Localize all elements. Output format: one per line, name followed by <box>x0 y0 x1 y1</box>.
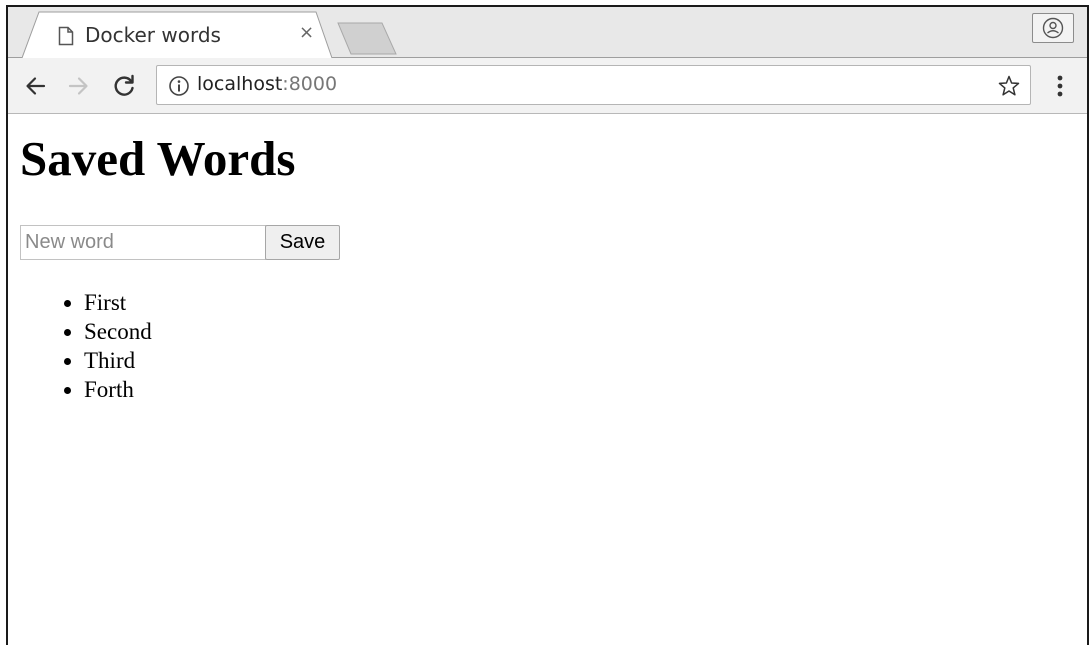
tab-title: Docker words <box>85 23 221 47</box>
save-button[interactable]: Save <box>265 225 340 260</box>
vertical-dots-icon <box>1057 75 1063 97</box>
url-text[interactable]: localhost:8000 <box>197 73 337 95</box>
arrow-right-icon <box>68 77 88 95</box>
back-button[interactable] <box>22 72 50 100</box>
star-icon[interactable] <box>997 74 1021 98</box>
reload-icon <box>114 74 134 96</box>
address-bar[interactable]: localhost:8000 <box>156 65 1031 105</box>
new-tab-button[interactable] <box>336 21 398 56</box>
toolbar: localhost:8000 <box>8 58 1087 114</box>
arrow-left-icon <box>26 77 46 95</box>
list-item: First <box>64 288 152 317</box>
page-content: Saved Words Save First Second Third Fort… <box>8 115 1087 645</box>
close-icon[interactable]: × <box>299 24 314 42</box>
list-item: Forth <box>64 375 152 404</box>
saved-words-list: First Second Third Forth <box>64 288 152 404</box>
new-word-input[interactable] <box>20 225 266 260</box>
list-item: Second <box>64 317 152 346</box>
reload-button[interactable] <box>110 72 138 100</box>
info-icon[interactable] <box>168 75 190 97</box>
profile-button[interactable] <box>1032 13 1074 43</box>
url-port: :8000 <box>282 73 338 95</box>
user-icon <box>1042 17 1064 39</box>
browser-window: Docker words × localhost:8000 Saved Word… <box>6 5 1089 645</box>
url-host: localhost <box>197 73 283 95</box>
page-title: Saved Words <box>20 131 296 186</box>
new-tab-icon <box>337 22 397 55</box>
list-item: Third <box>64 346 152 375</box>
tab-strip: Docker words × <box>8 7 1087 59</box>
menu-button[interactable] <box>1054 72 1066 100</box>
tab-docker-words[interactable]: Docker words × <box>22 11 332 58</box>
forward-button[interactable] <box>64 72 92 100</box>
page-icon <box>58 26 74 46</box>
